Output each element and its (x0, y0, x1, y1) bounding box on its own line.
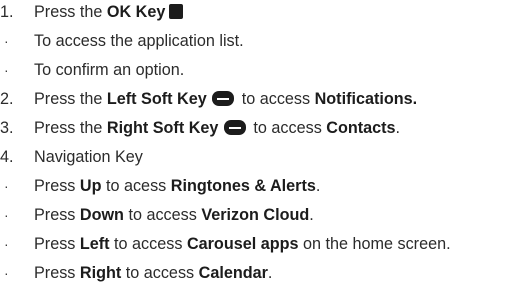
bullet: · (4, 207, 9, 223)
bullet: · (4, 62, 9, 78)
left-soft-key-label: Left Soft Key (106, 90, 207, 108)
text-segment: to access (109, 235, 187, 253)
item-text: Press Down to access Verizon Cloud. (34, 203, 314, 228)
item-text: To access the application list. (34, 32, 244, 50)
item-text: Press the Left Soft Key to access Notifi… (34, 87, 417, 112)
calendar-label: Calendar (198, 264, 268, 282)
text-segment: Press (34, 206, 80, 224)
contacts-label: Contacts (326, 119, 396, 137)
bullet: · (4, 178, 9, 194)
ok-key-label: OK Key (106, 3, 166, 21)
text-segment: Press (34, 177, 80, 195)
text-segment: on the home screen. (298, 235, 451, 253)
text-segment: to acess (101, 177, 171, 195)
item-text: Press the OK Key (34, 0, 184, 25)
verizon-cloud-label: Verizon Cloud (201, 206, 310, 224)
list-number: 3. (0, 119, 14, 137)
ok-key-icon (169, 4, 184, 19)
bullet: · (4, 236, 9, 252)
bullet: · (4, 33, 9, 49)
text-segment: . (395, 119, 401, 137)
notifications-label: Notifications. (314, 90, 418, 108)
text-segment: Press (34, 264, 80, 282)
left-soft-key-icon (212, 91, 235, 106)
list-number: 1. (0, 3, 14, 21)
item-text: Navigation Key (34, 148, 143, 166)
text-segment: to access (248, 119, 327, 137)
down-label: Down (79, 206, 124, 224)
text-segment: to access (121, 264, 199, 282)
item-text: To confirm an option. (34, 61, 185, 79)
left-label: Left (79, 235, 110, 253)
text-segment: Press (34, 235, 80, 253)
item-text: Press Left to access Carousel apps on th… (34, 232, 451, 257)
right-label: Right (79, 264, 122, 282)
instruction-list: 1. Press the OK Key · To access the appl… (0, 0, 526, 289)
text-segment: Press the (34, 119, 107, 137)
text-segment: Press the (34, 90, 107, 108)
list-number: 2. (0, 90, 14, 108)
bullet: · (4, 265, 9, 281)
text-segment: to access (123, 206, 202, 224)
right-soft-key-icon (223, 120, 246, 135)
up-label: Up (79, 177, 102, 195)
list-number: 4. (0, 148, 14, 166)
carousel-apps-label: Carousel apps (186, 235, 299, 253)
text-segment: . (315, 177, 321, 195)
text-segment: . (309, 206, 314, 224)
text-segment: Press the (34, 3, 107, 21)
right-soft-key-label: Right Soft Key (106, 119, 219, 137)
item-text: Press Up to acess Ringtones & Alerts. (34, 174, 320, 199)
text-segment: . (267, 264, 273, 282)
item-text: Press the Right Soft Key to access Conta… (34, 116, 400, 141)
ringtones-alerts-label: Ringtones & Alerts (170, 177, 316, 195)
text-segment: to access (237, 90, 315, 108)
item-text: Press Right to access Calendar. (34, 261, 272, 286)
